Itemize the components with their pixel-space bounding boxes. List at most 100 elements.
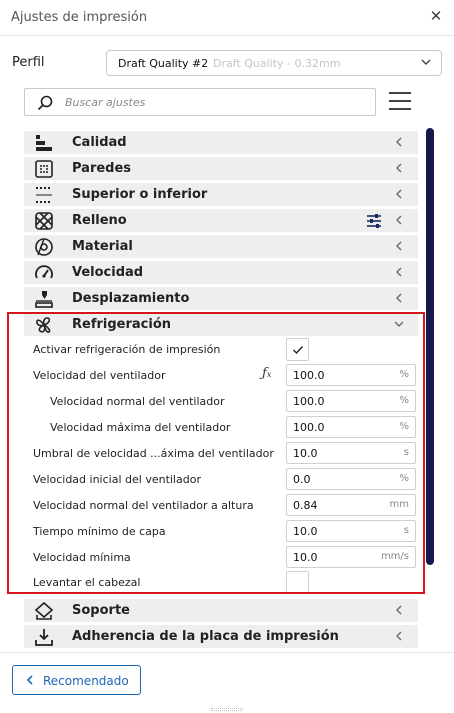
enable-cooling-checkbox[interactable] bbox=[286, 338, 309, 361]
field-unit: % bbox=[399, 395, 409, 406]
min-speed-input[interactable]: 10.0 mm/s bbox=[286, 546, 416, 568]
fan-speed-height-input[interactable]: 0.84 mm bbox=[286, 494, 416, 516]
function-icon[interactable]: ƒx bbox=[262, 366, 271, 381]
setting-row: Velocidad máxima del ventilador 100.0 % bbox=[24, 416, 418, 440]
field-value: 0.0 bbox=[293, 473, 311, 486]
chevron-left-icon bbox=[396, 163, 402, 173]
category-label: Desplazamiento bbox=[72, 291, 190, 306]
chevron-left-icon bbox=[396, 241, 402, 251]
setting-label: Velocidad máxima del ventilador bbox=[50, 421, 231, 434]
lift-head-checkbox[interactable] bbox=[286, 571, 309, 594]
setting-row: Velocidad mínima 10.0 mm/s bbox=[24, 546, 418, 570]
category-relleno[interactable]: Relleno bbox=[24, 209, 418, 232]
category-paredes[interactable]: Paredes bbox=[24, 157, 418, 180]
category-label: Material bbox=[72, 239, 133, 254]
category-label: Refrigeración bbox=[72, 317, 172, 332]
regular-fan-speed-input[interactable]: 100.0 % bbox=[286, 390, 416, 412]
chevron-left-icon bbox=[396, 293, 402, 303]
category-label: Calidad bbox=[72, 135, 127, 150]
category-calidad[interactable]: Calidad bbox=[24, 131, 418, 154]
hamburger-icon bbox=[389, 92, 411, 94]
field-value: 0.84 bbox=[293, 499, 318, 512]
setting-row: Velocidad inicial del ventilador 0.0 % bbox=[24, 468, 418, 492]
setting-label: Velocidad inicial del ventilador bbox=[33, 473, 201, 486]
setting-label: Velocidad normal del ventilador a altura bbox=[33, 499, 254, 512]
field-unit: s bbox=[403, 525, 409, 536]
adhesion-icon bbox=[35, 629, 53, 646]
chevron-left-icon bbox=[396, 137, 402, 147]
setting-label: Velocidad normal del ventilador bbox=[50, 395, 225, 408]
scrollbar-thumb[interactable] bbox=[426, 128, 434, 565]
quality-icon bbox=[36, 135, 52, 151]
recommended-button[interactable]: Recomendado bbox=[12, 665, 141, 695]
category-soporte[interactable]: Soporte bbox=[24, 599, 418, 622]
min-layer-time-input[interactable]: 10.0 s bbox=[286, 520, 416, 542]
chevron-down-icon bbox=[394, 321, 404, 327]
travel-icon bbox=[35, 291, 53, 308]
category-superior-inferior[interactable]: Superior o inferior bbox=[24, 183, 418, 206]
category-adherencia[interactable]: Adherencia de la placa de impresión bbox=[24, 625, 418, 648]
infill-icon bbox=[35, 212, 53, 230]
setting-label: Activar refrigeración de impresión bbox=[33, 343, 221, 356]
category-label: Relleno bbox=[72, 213, 127, 228]
setting-row: Levantar el cabezal bbox=[24, 571, 418, 595]
profile-dropdown[interactable]: Draft Quality #2 Draft Quality - 0.32mm bbox=[106, 50, 442, 76]
field-value: 100.0 bbox=[293, 395, 325, 408]
fan-speed-input[interactable]: 100.0 % bbox=[286, 364, 416, 386]
category-refrigeracion[interactable]: Refrigeración bbox=[24, 313, 418, 336]
setting-row: Velocidad normal del ventilador a altura… bbox=[24, 494, 418, 518]
field-unit: s bbox=[403, 447, 409, 458]
chevron-left-icon bbox=[396, 189, 402, 199]
adjust-settings-icon[interactable] bbox=[366, 213, 382, 229]
setting-row: Tiempo mínimo de capa 10.0 s bbox=[24, 520, 418, 544]
category-label: Paredes bbox=[72, 161, 132, 176]
field-value: 100.0 bbox=[293, 369, 325, 382]
setting-row: Umbral de velocidad ...áxima del ventila… bbox=[24, 442, 418, 466]
fan-icon bbox=[36, 317, 51, 333]
field-value: 10.0 bbox=[293, 447, 318, 460]
setting-label: Tiempo mínimo de capa bbox=[33, 525, 166, 538]
chevron-down-icon bbox=[421, 59, 431, 65]
field-unit: % bbox=[399, 369, 409, 380]
setting-label: Levantar el cabezal bbox=[33, 576, 141, 589]
field-value: 10.0 bbox=[293, 525, 318, 538]
field-value: 100.0 bbox=[293, 421, 325, 434]
footer-divider bbox=[0, 652, 454, 653]
setting-row: Velocidad normal del ventilador 100.0 % bbox=[24, 390, 418, 414]
setting-label: Umbral de velocidad ...áxima del ventila… bbox=[33, 447, 274, 460]
category-velocidad[interactable]: Velocidad bbox=[24, 261, 418, 284]
profile-name: Draft Quality #2 bbox=[118, 57, 209, 70]
search-icon bbox=[37, 95, 53, 111]
resize-handle[interactable] bbox=[211, 708, 243, 711]
chevron-left-icon bbox=[396, 267, 402, 277]
category-label: Superior o inferior bbox=[72, 187, 208, 202]
dialog-title: Ajustes de impresión bbox=[11, 10, 148, 25]
settings-menu-button[interactable] bbox=[389, 92, 411, 112]
setting-row: Velocidad del ventilador ƒx 100.0 % bbox=[24, 364, 418, 388]
walls-icon bbox=[35, 160, 53, 178]
profile-row: Perfil Draft Quality #2 Draft Quality - … bbox=[0, 50, 454, 76]
category-label: Velocidad bbox=[72, 265, 144, 280]
search-box bbox=[24, 88, 376, 116]
category-label: Soporte bbox=[72, 603, 130, 618]
category-material[interactable]: Material bbox=[24, 235, 418, 258]
speed-icon bbox=[35, 265, 53, 279]
chevron-left-icon bbox=[396, 605, 402, 615]
chevron-left-icon bbox=[26, 675, 33, 685]
max-fan-speed-input[interactable]: 100.0 % bbox=[286, 416, 416, 438]
top-bottom-icon bbox=[36, 187, 52, 203]
dialog-titlebar: Ajustes de impresión ✕ bbox=[0, 0, 454, 36]
category-label: Adherencia de la placa de impresión bbox=[72, 629, 339, 644]
field-value: 10.0 bbox=[293, 551, 318, 564]
setting-row: Activar refrigeración de impresión bbox=[24, 338, 418, 362]
field-unit: % bbox=[399, 473, 409, 484]
fan-speed-threshold-input[interactable]: 10.0 s bbox=[286, 442, 416, 464]
category-desplazamiento[interactable]: Desplazamiento bbox=[24, 287, 418, 310]
check-icon bbox=[293, 346, 304, 355]
setting-label: Velocidad mínima bbox=[33, 551, 131, 564]
chevron-left-icon bbox=[396, 631, 402, 641]
close-icon[interactable]: ✕ bbox=[428, 8, 444, 24]
profile-label: Perfil bbox=[12, 55, 45, 70]
initial-fan-speed-input[interactable]: 0.0 % bbox=[286, 468, 416, 490]
search-input[interactable] bbox=[65, 93, 365, 111]
